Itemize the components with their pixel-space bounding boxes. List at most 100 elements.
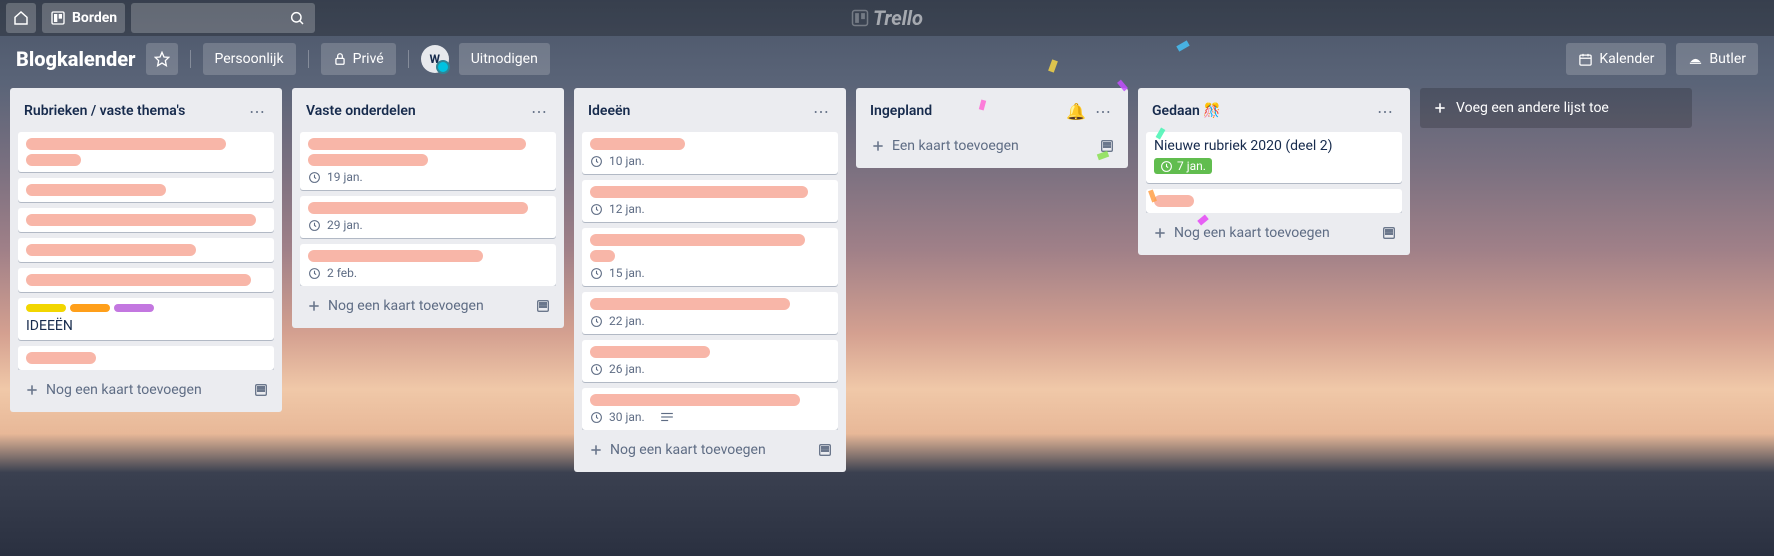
- card-template-button[interactable]: [1094, 133, 1120, 159]
- card-due-date: 10 jan.: [609, 154, 645, 168]
- add-list-button[interactable]: Voeg een andere lijst toe: [1420, 88, 1692, 128]
- list-title[interactable]: Gedaan 🎊: [1152, 103, 1372, 119]
- list-title[interactable]: Ingepland: [870, 103, 1066, 119]
- card-template-button[interactable]: [248, 377, 274, 403]
- plus-icon: [870, 138, 886, 154]
- list: Rubrieken / vaste thema's⋯ IDEEËN Nog een …: [10, 88, 282, 412]
- trello-logo-icon: [851, 9, 869, 27]
- add-card-button[interactable]: Nog een kaart toevoegen: [300, 292, 490, 320]
- member-avatar[interactable]: W: [421, 45, 449, 73]
- card[interactable]: [18, 208, 274, 232]
- card-template-button[interactable]: [530, 293, 556, 319]
- card[interactable]: 29 jan.: [300, 196, 556, 238]
- calendar-button[interactable]: Kalender: [1566, 43, 1666, 75]
- card[interactable]: 10 jan.: [582, 132, 838, 174]
- add-card-button[interactable]: Nog een kaart toevoegen: [582, 436, 772, 464]
- list: Ideeën⋯ 10 jan. 12 jan. 15 jan. 22 jan. 26 ja…: [574, 88, 846, 472]
- card[interactable]: IDEEËN: [18, 298, 274, 340]
- clock-icon: [308, 171, 321, 184]
- brand-text: Trello: [873, 6, 923, 30]
- card-title: IDEEËN: [26, 318, 266, 334]
- add-list-label: Voeg een andere lijst toe: [1456, 100, 1609, 116]
- add-card-label: Nog een kaart toevoegen: [328, 298, 484, 314]
- card[interactable]: 30 jan.: [582, 388, 838, 430]
- add-card-button[interactable]: Nog een kaart toevoegen: [18, 376, 208, 404]
- card[interactable]: [18, 132, 274, 172]
- add-card-label: Nog een kaart toevoegen: [46, 382, 202, 398]
- card[interactable]: [1146, 189, 1402, 213]
- card[interactable]: 15 jan.: [582, 228, 838, 286]
- list-title[interactable]: Ideeën: [588, 103, 808, 119]
- add-card-button[interactable]: Een kaart toevoegen: [864, 132, 1025, 160]
- list-menu-button[interactable]: ⋯: [526, 98, 552, 124]
- card-title: Nieuwe rubriek 2020 (deel 2): [1154, 138, 1394, 154]
- clock-icon: [308, 219, 321, 232]
- card-due-date: 22 jan.: [609, 314, 645, 328]
- invite-label: Uitnodigen: [471, 51, 538, 67]
- card[interactable]: [18, 178, 274, 202]
- add-card-button[interactable]: Nog een kaart toevoegen: [1146, 219, 1336, 247]
- boards-icon: [50, 10, 66, 26]
- divider: [190, 50, 191, 68]
- privacy-label: Privé: [353, 51, 384, 67]
- brand-logo[interactable]: Trello: [851, 6, 923, 30]
- list-emoji: 🔔: [1066, 102, 1086, 121]
- template-icon: [1381, 225, 1397, 241]
- plus-icon: [1432, 100, 1448, 116]
- butler-icon: [1688, 52, 1703, 67]
- list-menu-button[interactable]: ⋯: [244, 98, 270, 124]
- team-button[interactable]: Persoonlijk: [203, 43, 296, 75]
- list-title[interactable]: Vaste onderdelen: [306, 103, 526, 119]
- star-button[interactable]: [146, 43, 178, 75]
- card-template-button[interactable]: [812, 437, 838, 463]
- clock-icon: [590, 315, 603, 328]
- clock-icon: [590, 155, 603, 168]
- invite-button[interactable]: Uitnodigen: [459, 43, 550, 75]
- card[interactable]: 19 jan.: [300, 132, 556, 190]
- card-due-date: 2 feb.: [327, 266, 357, 280]
- clock-icon: [590, 411, 603, 424]
- template-icon: [817, 442, 833, 458]
- list-menu-button[interactable]: ⋯: [1090, 98, 1116, 124]
- card-due-date: 19 jan.: [327, 170, 363, 184]
- card[interactable]: 26 jan.: [582, 340, 838, 382]
- board-title[interactable]: Blogkalender: [16, 47, 136, 71]
- team-label: Persoonlijk: [215, 51, 284, 67]
- clock-icon: [590, 203, 603, 216]
- plus-icon: [1152, 225, 1168, 241]
- boards-button[interactable]: Borden: [42, 3, 125, 33]
- plus-icon: [306, 298, 322, 314]
- card[interactable]: 2 feb.: [300, 244, 556, 286]
- lock-icon: [333, 52, 347, 66]
- plus-icon: [588, 442, 604, 458]
- card-due-date: 12 jan.: [609, 202, 645, 216]
- list: Vaste onderdelen⋯ 19 jan. 29 jan. 2 feb. Nog…: [292, 88, 564, 328]
- card-due-date: 26 jan.: [609, 362, 645, 376]
- card[interactable]: Nieuwe rubriek 2020 (deel 2)7 jan.: [1146, 132, 1402, 183]
- list-menu-button[interactable]: ⋯: [808, 98, 834, 124]
- add-card-label: Nog een kaart toevoegen: [1174, 225, 1330, 241]
- clock-icon: [308, 267, 321, 280]
- board-header: Blogkalender Persoonlijk Privé W Uitnodi…: [0, 36, 1774, 82]
- card[interactable]: [18, 346, 274, 370]
- clock-icon: [590, 267, 603, 280]
- star-icon: [154, 51, 170, 67]
- list-menu-button[interactable]: ⋯: [1372, 98, 1398, 124]
- card[interactable]: [18, 268, 274, 292]
- search-input[interactable]: [131, 3, 315, 33]
- card-due-date: 29 jan.: [327, 218, 363, 232]
- list: Ingepland🔔⋯ Een kaart toevoegen: [856, 88, 1128, 168]
- card[interactable]: [18, 238, 274, 262]
- card[interactable]: 12 jan.: [582, 180, 838, 222]
- butler-label: Butler: [1709, 51, 1746, 67]
- add-card-label: Nog een kaart toevoegen: [610, 442, 766, 458]
- home-button[interactable]: [6, 3, 36, 33]
- card-template-button[interactable]: [1376, 220, 1402, 246]
- clock-icon: [1160, 160, 1173, 173]
- list-title[interactable]: Rubrieken / vaste thema's: [24, 103, 244, 119]
- privacy-button[interactable]: Privé: [321, 43, 396, 75]
- card[interactable]: 22 jan.: [582, 292, 838, 334]
- butler-button[interactable]: Butler: [1676, 43, 1758, 75]
- template-icon: [253, 382, 269, 398]
- avatar-initial: W: [429, 52, 440, 66]
